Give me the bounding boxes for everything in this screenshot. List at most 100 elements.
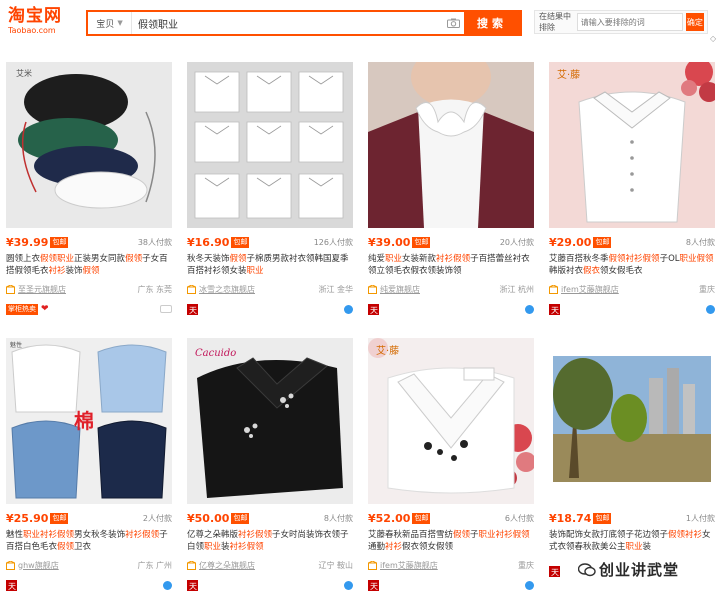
product-image[interactable]: 棉 魅性 <box>6 338 172 504</box>
product-card[interactable]: 艾·藤 ¥52.00 包邮 6人付款 艾藤春秋新品百搭雪纺假领子职业衬衫假领通勤… <box>368 338 534 600</box>
shop-name[interactable]: 纯爱旗舰店 <box>380 284 420 295</box>
location: 重庆 <box>518 560 534 570</box>
product-image[interactable] <box>549 338 715 504</box>
title-segment: 子OL <box>659 254 680 264</box>
tmall-icon: 天 <box>368 303 379 315</box>
price: ¥52.00 <box>368 511 411 525</box>
camera-icon[interactable] <box>442 12 464 34</box>
title-keyword: 假衣 <box>583 266 601 276</box>
title-keyword: 假领 <box>255 530 273 540</box>
free-shipping-badge: 包邮 <box>231 512 250 524</box>
shop-name[interactable]: 亿尊之朵旗舰店 <box>199 560 255 571</box>
shop-row: ghw旗舰店 广东 广州 <box>6 558 172 572</box>
product-title[interactable]: 纯爱职业女装新款衬衫假领子百搭蕾丝衬衣领立领毛衣假衣领装饰领 <box>368 253 534 277</box>
product-title[interactable]: 秋冬天装饰假领子棉质男款衬衣领韩国夏季百搭衬衫领女装职业 <box>187 253 353 277</box>
shop-name[interactable]: 冰雪之恋旗舰店 <box>199 284 255 295</box>
svg-text:天: 天 <box>189 306 197 315</box>
svg-text:天: 天 <box>551 568 559 577</box>
price: ¥39.00 <box>368 235 411 249</box>
title-keyword: 假领 <box>642 254 660 264</box>
title-segment: 韩版衬衣 <box>549 266 584 276</box>
exclude-filter: 在结果中排除 确定 <box>534 10 708 34</box>
shop-name[interactable]: ghw旗舰店 <box>18 560 59 571</box>
wangwang-icon[interactable] <box>344 304 353 314</box>
svg-text:天: 天 <box>370 582 378 591</box>
product-image[interactable]: 艾·藤 <box>549 62 715 228</box>
wangwang-icon[interactable] <box>163 580 172 590</box>
title-segment: 卫衣 <box>74 542 92 552</box>
tmall-icon: 天 <box>549 303 560 315</box>
price-row: ¥29.00 包邮 8人付款 <box>549 234 715 250</box>
compare-icon[interactable] <box>160 305 172 313</box>
title-keyword: 假领 <box>142 530 160 540</box>
product-title[interactable]: 艾藤百搭秋冬季假领衬衫假领子OL职业假领韩版衬衣假衣领女假毛衣 <box>549 253 715 277</box>
title-segment: 领女假毛衣 <box>600 266 643 276</box>
price-row: ¥50.00 包邮 8人付款 <box>187 510 353 526</box>
product-image[interactable]: 艾米 <box>6 62 172 228</box>
shop-row: 至圣元旗舰店 广东 东莞 <box>6 282 172 296</box>
title-keyword: 假领 <box>57 530 75 540</box>
title-keyword: 职业 <box>385 254 403 264</box>
product-image[interactable]: Cacuido <box>187 338 353 504</box>
exclude-confirm-button[interactable]: 确定 <box>685 13 704 31</box>
sales-count: 38人付款 <box>137 237 172 247</box>
product-image[interactable] <box>187 62 353 228</box>
badge-row: 天 <box>187 302 353 316</box>
product-title[interactable]: 圆领上衣假领职业正装男女同款假领子女百搭假领毛衣衬衫装饰假领 <box>6 253 172 277</box>
product-title[interactable]: 魅性职业衬衫假领男女秋冬装饰衬衫假领子百搭白色毛衣假领卫衣 <box>6 529 172 553</box>
product-title[interactable]: 艾藤春秋新品百搭雪纺假领子职业衬衫假领通勤衬衫假衣领女假领 <box>368 529 534 553</box>
title-keyword: 假领 <box>57 542 75 552</box>
svg-text:棉: 棉 <box>74 409 94 433</box>
svg-text:艾米: 艾米 <box>16 68 32 78</box>
exclude-input[interactable] <box>576 13 683 31</box>
title-keyword: 职业 <box>625 542 643 552</box>
title-keyword: 假领 <box>512 530 530 540</box>
shop-row: ifem艾藤旗舰店 重庆 <box>368 558 534 572</box>
search-button[interactable]: 搜索 <box>464 12 520 34</box>
product-image[interactable] <box>368 62 534 228</box>
sales-count: 2人付款 <box>142 513 172 523</box>
sales-count: 1人付款 <box>685 513 715 523</box>
product-card[interactable]: ¥39.00 包邮 20人付款 纯爱职业女装新款衬衫假领子百搭蕾丝衬衣领立领毛衣… <box>368 62 534 324</box>
product-card[interactable]: Cacuido ¥50.00 包邮 8人付款 亿尊之朵韩版衬衫假领子女时尚装饰衣… <box>187 338 353 600</box>
wangwang-icon[interactable] <box>344 580 353 590</box>
shop-name[interactable]: ifem艾藤旗舰店 <box>380 560 438 571</box>
chevron-down-icon: ▼ <box>117 19 123 27</box>
wechat-icon <box>578 562 596 576</box>
search-input[interactable] <box>132 12 442 34</box>
product-image[interactable]: 艾·藤 <box>368 338 534 504</box>
free-shipping-badge: 包邮 <box>50 236 69 248</box>
wangwang-icon[interactable] <box>525 580 534 590</box>
product-card[interactable]: 艾·藤 ¥29.00 包邮 8人付款 艾藤百搭秋冬季假领衬衫假领子OL职业假领韩… <box>549 62 715 324</box>
product-title[interactable]: 亿尊之朵韩版衬衫假领子女时尚装饰衣领子 白领职业装衬衫假领 <box>187 529 353 553</box>
shop-name[interactable]: ifem艾藤旗舰店 <box>561 284 619 295</box>
title-keyword: 假领 <box>608 254 626 264</box>
location: 广东 东莞 <box>137 284 172 294</box>
title-segment: 子 <box>470 530 479 540</box>
taobao-logo[interactable]: 淘宝网 Taobao.com <box>8 6 78 38</box>
shop-icon <box>187 284 196 294</box>
expand-icon[interactable]: ◇ <box>710 34 716 43</box>
price: ¥29.00 <box>549 235 592 249</box>
title-keyword: 假领 <box>668 530 686 540</box>
shop-icon <box>187 560 196 570</box>
title-keyword: 假领 <box>246 542 264 552</box>
shop-name[interactable]: 至圣元旗舰店 <box>18 284 66 295</box>
free-shipping-badge: 包邮 <box>593 236 612 248</box>
product-card[interactable]: 艾米 ¥39.99 包邮 38人付款 圆领上衣假领职业正装男女同款假领子女百搭假… <box>6 62 172 324</box>
product-card[interactable]: 棉 魅性 ¥25.90 包邮 2人付款 魅性职业衬衫假领男女秋冬装饰衬衫假领子百… <box>6 338 172 600</box>
search-scope-select[interactable]: 宝贝 ▼ <box>88 12 132 34</box>
title-keyword: 衬衫 <box>685 530 703 540</box>
badge-row: 掌柜热卖 ❤ <box>6 302 172 316</box>
title-keyword: 衬衫 <box>436 254 454 264</box>
wangwang-icon[interactable] <box>525 304 534 314</box>
shop-row: 纯爱旗舰店 浙江 杭州 <box>368 282 534 296</box>
wangwang-icon[interactable] <box>706 304 715 314</box>
hot-seller-badge: 掌柜热卖 <box>6 303 38 315</box>
product-card[interactable]: ¥16.90 包邮 126人付款 秋冬天装饰假领子棉质男款衬衣领韩国夏季百搭衬衫… <box>187 62 353 324</box>
logo-text: 淘宝网 <box>8 6 62 26</box>
badge-row: 天 <box>368 302 534 316</box>
badge-row: 天 <box>187 578 353 592</box>
price: ¥39.99 <box>6 235 49 249</box>
product-title[interactable]: 装饰配饰女款打底领子花边领子假领衬衫女式衣领春秋款美公主职业装 <box>549 529 715 553</box>
